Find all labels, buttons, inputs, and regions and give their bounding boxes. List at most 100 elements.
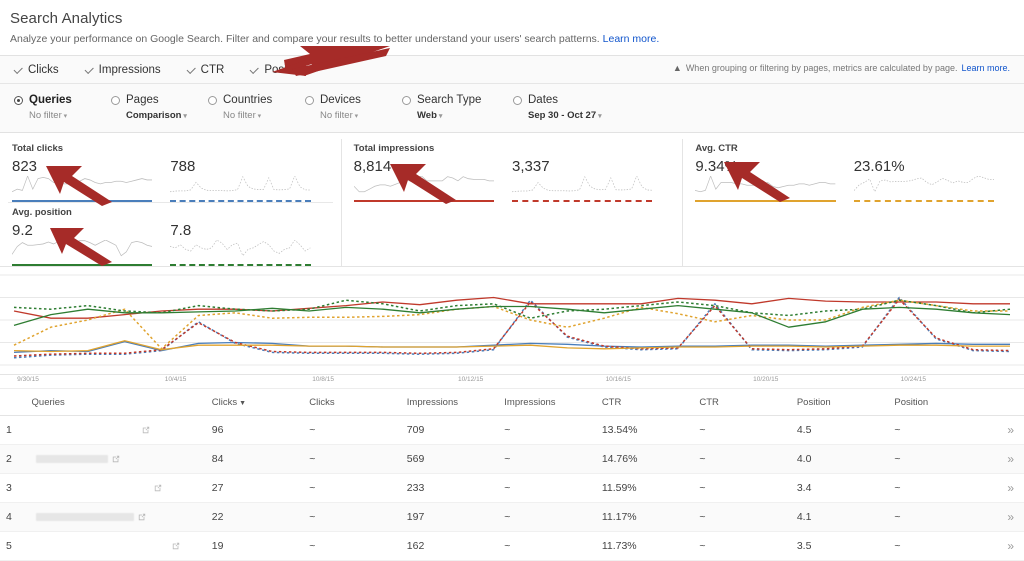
header-learn-more-link[interactable]: Learn more. — [603, 33, 660, 45]
double-chevron-right-icon[interactable]: » — [1007, 539, 1014, 553]
row-expand-cell[interactable]: » — [987, 444, 1024, 475]
dimension-queries[interactable]: Queries No filter ▾ — [14, 93, 110, 122]
chart-series-line — [13, 298, 1011, 357]
panel-note-learn-more-link[interactable]: Learn more. — [961, 63, 1010, 73]
double-chevron-right-icon[interactable]: » — [1007, 423, 1014, 437]
chevron-down-icon: ▾ — [61, 113, 68, 121]
table-row[interactable]: 3 27 ~233 ~11.59% ~3.4 ~» — [0, 473, 1024, 504]
column-header-label: Impressions — [504, 397, 556, 409]
card-col-clicks-position: Total clicks 823 788 Avg. position 9.2 7… — [0, 139, 341, 267]
sparkline-svg — [170, 240, 311, 257]
impressions-comparison-cell: ~ — [500, 415, 598, 446]
row-expand-cell[interactable]: » — [987, 531, 1024, 561]
sparkline-rule-dashed — [853, 200, 995, 203]
chevron-down-icon: ▾ — [181, 113, 187, 121]
sparkline-svg — [853, 176, 995, 193]
clicks-cell: 27 — [207, 473, 306, 504]
impressions-cell: 569 — [402, 444, 501, 475]
ctr-cell: 14.76% — [597, 444, 696, 475]
query-cell[interactable] — [27, 444, 208, 475]
dimension-filter-dropdown[interactable]: Sep 30 - Oct 27 ▾ — [528, 110, 602, 122]
metric-checkbox-position[interactable]: Position — [250, 64, 305, 76]
table-row[interactable]: 2 84 ~569 ~14.76% ~4.0 ~» — [0, 444, 1024, 475]
dimension-search-type[interactable]: Search Type Web ▾ — [402, 93, 512, 122]
check-icon — [14, 65, 23, 74]
table-row[interactable]: 4 22 ~197 ~11.17% ~4.1 ~» — [0, 502, 1024, 533]
metric-checkbox-clicks[interactable]: Clicks — [14, 64, 59, 76]
double-chevron-right-icon[interactable]: » — [1007, 481, 1014, 495]
column-header-label: Clicks — [309, 397, 335, 409]
sparkline-svg — [12, 176, 153, 193]
chevron-down-icon: ▾ — [255, 113, 262, 121]
dimension-filter-dropdown[interactable]: Web ▾ — [417, 110, 481, 122]
dimension-label: Dates — [528, 94, 559, 106]
row-index: 4 — [0, 502, 28, 533]
dimension-label: Countries — [223, 94, 273, 106]
table-row[interactable]: 5 19 ~162 ~11.73% ~3.5 ~» — [0, 531, 1024, 561]
column-header-clicks[interactable]: Clicks ▼ — [207, 389, 306, 417]
ctr-comparison-cell: ~ — [695, 415, 793, 446]
card-avg-position-compare-value: 7.8 — [170, 222, 192, 240]
column-header-query[interactable]: Queries — [27, 389, 208, 417]
query-cell[interactable] — [27, 473, 208, 504]
column-header-ctr[interactable]: CTR — [597, 389, 696, 417]
column-header-ctr_cmp[interactable]: CTR — [695, 389, 793, 417]
impressions-comparison-cell: ~ — [500, 444, 598, 475]
metric-cards: Total clicks 823 788 Avg. position 9.2 7… — [0, 133, 1024, 268]
column-header-position[interactable]: Position — [792, 389, 891, 417]
dimension-filter-dropdown[interactable]: No filter ▾ — [223, 110, 272, 122]
clicks-comparison-cell: ~ — [305, 415, 403, 446]
row-index: 3 — [0, 473, 28, 504]
external-link-icon[interactable] — [172, 542, 180, 550]
clicks-cell: 22 — [207, 502, 306, 533]
double-chevron-right-icon[interactable]: » — [1007, 452, 1014, 466]
row-expand-cell[interactable]: » — [987, 502, 1024, 533]
row-expand-cell[interactable]: » — [987, 415, 1024, 446]
radio-icon[interactable] — [513, 96, 522, 105]
radio-icon[interactable] — [14, 96, 23, 105]
dimension-filter-value: Comparison — [126, 110, 182, 122]
card-avg-ctr-compare-value: 23.61% — [853, 158, 905, 176]
metric-checkbox-impressions[interactable]: Impressions — [85, 64, 161, 76]
row-index: 1 — [0, 415, 28, 446]
double-chevron-right-icon[interactable]: » — [1007, 510, 1014, 524]
chevron-down-icon: ▾ — [596, 113, 602, 121]
column-header-impressions[interactable]: Impressions — [402, 389, 501, 417]
queries-table-head: Queries Clicks ▼ Clicks Impressions Impressio… — [0, 389, 1024, 417]
dimension-devices[interactable]: Devices No filter ▾ — [305, 93, 401, 122]
sparkline-rule-solid — [353, 200, 495, 203]
impressions-comparison-cell: ~ — [500, 531, 598, 561]
dimension-pages[interactable]: Pages Comparison ▾ — [111, 93, 207, 122]
query-cell[interactable] — [27, 531, 208, 561]
dimension-filter-dropdown[interactable]: Comparison ▾ — [126, 110, 187, 122]
dimension-dates[interactable]: Dates Sep 30 - Oct 27 ▾ — [513, 93, 609, 122]
external-link-icon[interactable] — [142, 426, 150, 434]
dimension-label: Queries — [29, 94, 72, 106]
dimension-filter-dropdown[interactable]: No filter ▾ — [29, 110, 72, 122]
query-cell[interactable] — [27, 415, 208, 446]
dimension-countries[interactable]: Countries No filter ▾ — [208, 93, 304, 122]
dimension-label: Search Type — [417, 94, 482, 106]
radio-icon[interactable] — [402, 96, 411, 105]
sparkline-rule-dashed — [170, 264, 311, 267]
position-cell: 4.1 — [792, 502, 891, 533]
panel-note-text: When grouping or filtering by pages, met… — [685, 63, 958, 73]
column-header-clicks_cmp[interactable]: Clicks — [305, 389, 403, 417]
external-link-icon[interactable] — [154, 484, 162, 492]
dimension-filter-dropdown[interactable]: No filter ▾ — [320, 110, 361, 122]
external-link-icon[interactable] — [112, 455, 120, 463]
table-row[interactable]: 1 96 ~709 ~13.54% ~4.5 ~» — [0, 415, 1024, 446]
metric-checkbox-ctr[interactable]: CTR — [187, 64, 225, 76]
card-col-impressions: Total impressions 8,814 3,337 — [340, 139, 683, 267]
column-header-impressions_cmp[interactable]: Impressions — [500, 389, 598, 417]
radio-icon[interactable] — [208, 96, 217, 105]
radio-icon[interactable] — [305, 96, 314, 105]
row-expand-cell[interactable]: » — [987, 473, 1024, 504]
external-link-icon[interactable] — [138, 513, 146, 521]
query-cell[interactable] — [27, 502, 208, 533]
column-header-label: CTR — [699, 397, 719, 409]
card-avg-position-comparison: 7.8 — [170, 222, 328, 267]
radio-icon[interactable] — [111, 96, 120, 105]
column-header-position_cmp[interactable]: Position — [890, 389, 988, 417]
card-avg-position-current: 9.2 — [12, 222, 170, 267]
